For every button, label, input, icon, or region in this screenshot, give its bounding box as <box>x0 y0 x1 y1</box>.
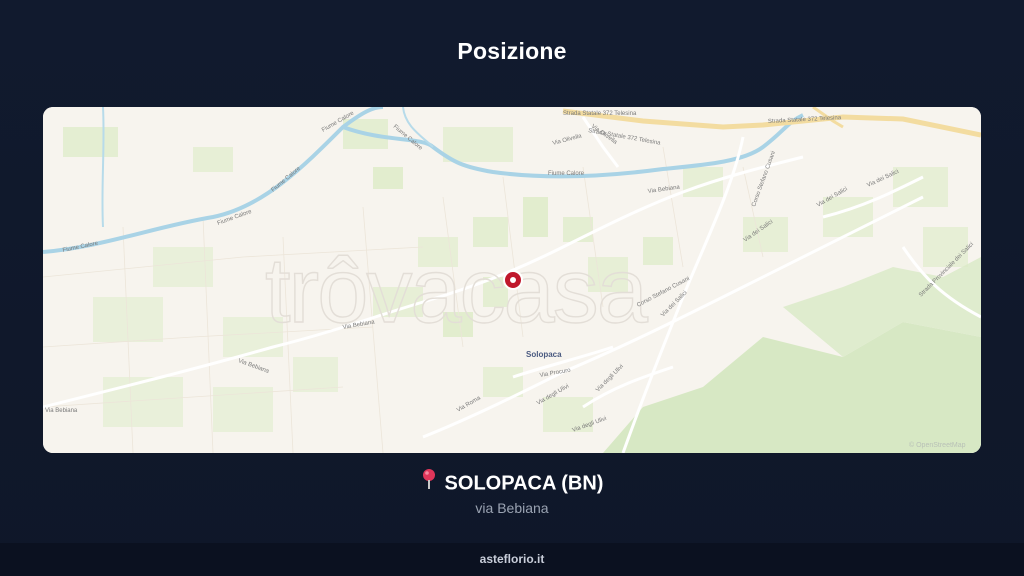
map-attribution[interactable]: © OpenStreetMap <box>909 441 966 449</box>
pushpin-icon <box>421 468 437 496</box>
footer-site-link[interactable]: asteflorio.it <box>480 552 545 566</box>
map-town-label: Solopaca <box>526 350 562 359</box>
page-title: Posizione <box>457 38 567 64</box>
road-label: Via Bebiana <box>45 408 78 414</box>
location-street: via Bebiana <box>475 500 549 516</box>
road-label: Fiume Calore <box>548 171 585 177</box>
location-heading: SOLOPACA (BN) <box>0 469 1024 496</box>
map-watermark: trôvacasa <box>265 240 649 342</box>
footer: asteflorio.it <box>0 543 1024 576</box>
map-view[interactable]: trôvacasa Strada Statale 372 Telesina St… <box>43 107 981 453</box>
location-marker-icon[interactable] <box>503 270 523 290</box>
map-canvas[interactable]: trôvacasa Strada Statale 372 Telesina St… <box>43 107 981 453</box>
road-label: Strada Statale 372 Telesina <box>563 111 637 117</box>
location-city: SOLOPACA (BN) <box>444 472 604 495</box>
